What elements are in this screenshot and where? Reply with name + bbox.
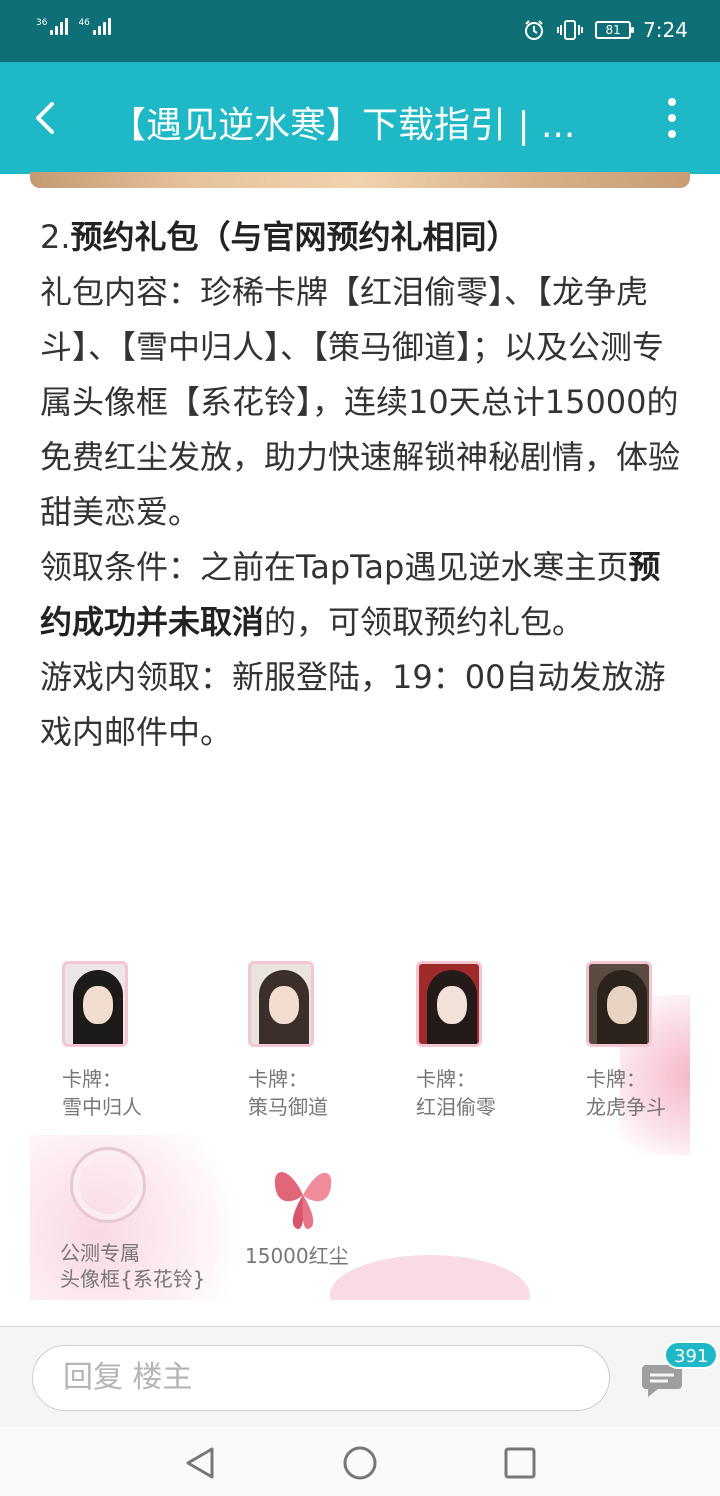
card-label: 卡牌： 龙虎争斗 — [586, 1067, 666, 1119]
ingame-paragraph: 游戏内领取：新服登陆，19：00自动发放游戏内邮件中。 — [40, 658, 666, 751]
page-title: 【遇见逆水寒】下载指引 | ... — [110, 105, 576, 146]
reward-card: 卡牌： 策马御道 — [248, 961, 388, 1121]
more-vertical-icon — [668, 98, 676, 106]
status-right: 81 7:24 — [523, 18, 688, 42]
card-portrait-image — [586, 961, 652, 1047]
nav-recent-button[interactable] — [498, 1441, 542, 1485]
card-portrait-image — [416, 961, 482, 1047]
system-nav-bar — [0, 1427, 720, 1496]
vibrate-icon — [557, 20, 584, 40]
reward-card: 卡牌： 龙虎争斗 — [586, 961, 690, 1121]
signal-type-label: 46 — [78, 18, 90, 28]
dust-reward-label: 15000红尘 — [245, 1244, 349, 1268]
gift-content-paragraph: 礼包内容：珍稀卡牌【红泪偷零】、【龙争虎斗】、【雪中归人】、【策马御道】；以及公… — [40, 273, 681, 531]
alarm-icon — [525, 20, 544, 40]
clock: 7:24 — [643, 18, 688, 42]
reward-card: 卡牌： 雪中归人 — [62, 961, 202, 1121]
arrow-left-icon — [36, 102, 54, 134]
circle-home-icon — [343, 1446, 377, 1480]
nav-home-button[interactable] — [338, 1441, 382, 1485]
section-heading: 2.预约礼包（与官网预约礼相同） — [40, 210, 680, 265]
signal-indicators: 36 46 — [36, 18, 111, 35]
title-bar: 【遇见逆水寒】下载指引 | ... — [0, 62, 720, 174]
status-bar: 36 46 81 7:24 — [0, 0, 720, 62]
signal-type-label: 36 — [36, 18, 48, 28]
banner-image-bottom — [30, 172, 690, 188]
butterfly-icon — [274, 1172, 332, 1229]
card-label: 卡牌： 策马御道 — [248, 1067, 328, 1119]
reply-bar: 回复 楼主 391 — [0, 1327, 720, 1427]
reply-input[interactable]: 回复 楼主 — [32, 1345, 610, 1411]
comment-count-badge: 391 — [664, 1341, 719, 1369]
reward-card: 卡牌： 红泪偷零 — [416, 961, 556, 1121]
triangle-back-icon — [186, 1447, 214, 1479]
card-label: 卡牌： 雪中归人 — [62, 1067, 142, 1119]
signal-icon: 36 — [36, 18, 69, 35]
signal-icon: 46 — [78, 18, 111, 35]
card-portrait-image — [62, 961, 128, 1047]
battery-level: 81 — [605, 23, 621, 37]
condition-paragraph: 领取条件：之前在TapTap遇见逆水寒主页预约成功并未取消的，可领取预约礼包。 — [40, 548, 661, 641]
battery-icon: 81 — [595, 21, 635, 39]
reward-image[interactable]: 卡牌： 雪中归人 卡牌： 策马御道 卡牌： 红泪偷零 卡牌： 龙虎争斗 公测专属… — [30, 935, 690, 1300]
article-body: 2.预约礼包（与官网预约礼相同） 礼包内容：珍稀卡牌【红泪偷零】、【龙争虎斗】、… — [40, 210, 680, 760]
heading-text: 预约礼包（与官网预约礼相同） — [70, 218, 519, 256]
card-label: 卡牌： 红泪偷零 — [416, 1067, 496, 1119]
heading-number: 2. — [40, 218, 71, 256]
square-recent-icon — [504, 1447, 536, 1479]
avatar-frame-icon — [70, 1147, 146, 1223]
card-portrait-image — [248, 961, 314, 1047]
back-button[interactable] — [18, 90, 74, 146]
avatar-frame-label: 公测专属 头像框{系花铃} — [60, 1241, 206, 1291]
more-options-button[interactable] — [660, 98, 684, 138]
nav-back-button[interactable] — [178, 1441, 222, 1485]
